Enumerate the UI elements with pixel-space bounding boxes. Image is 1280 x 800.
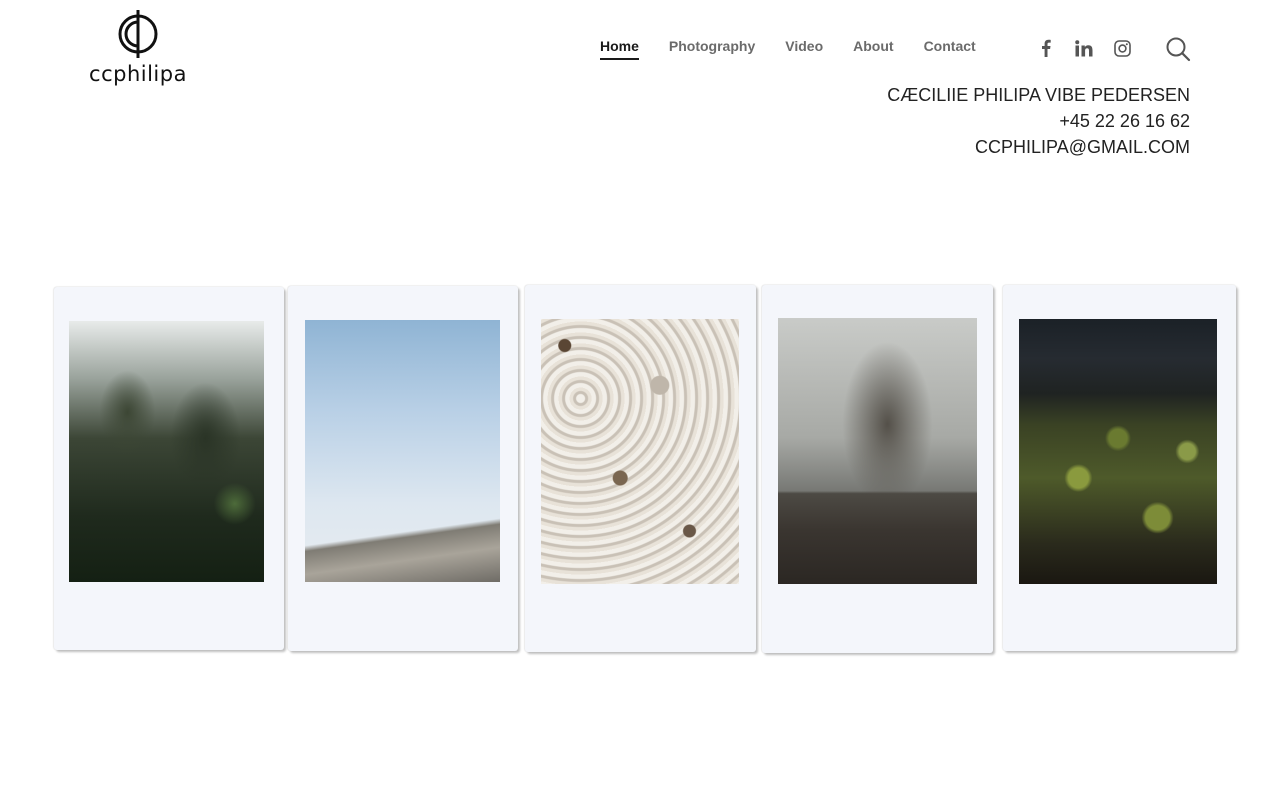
- polaroid-beach[interactable]: [288, 286, 518, 651]
- contact-email[interactable]: CCPHILIPA@GMAIL.COM: [887, 134, 1190, 160]
- polaroid-forest[interactable]: [54, 287, 284, 650]
- photo-beach: [305, 320, 500, 582]
- main-nav: Home Photography Video About Contact: [600, 38, 976, 60]
- social-links: [1036, 38, 1132, 58]
- contact-phone[interactable]: +45 22 26 16 62: [887, 108, 1190, 134]
- polaroid-tree[interactable]: [762, 285, 993, 653]
- contact-info: CÆCILIIE PHILIPA VIBE PEDERSEN +45 22 26…: [887, 82, 1190, 160]
- nav-item-photography[interactable]: Photography: [669, 38, 755, 60]
- linkedin-icon[interactable]: [1074, 38, 1094, 58]
- logo-text: ccphilipa: [89, 62, 187, 86]
- contact-name: CÆCILIIE PHILIPA VIBE PEDERSEN: [887, 85, 1190, 105]
- search-icon[interactable]: [1164, 35, 1192, 63]
- nav-item-about[interactable]: About: [853, 38, 893, 60]
- polaroid-shells[interactable]: [525, 285, 756, 652]
- nav-item-contact[interactable]: Contact: [924, 38, 976, 60]
- facebook-icon[interactable]: [1036, 38, 1056, 58]
- nav-item-home[interactable]: Home: [600, 38, 639, 60]
- logo-mark-icon: [118, 10, 158, 58]
- site-logo[interactable]: ccphilipa: [88, 8, 188, 90]
- photo-moss: [1019, 319, 1217, 584]
- nav-item-video[interactable]: Video: [785, 38, 823, 60]
- photo-shells: [541, 319, 739, 584]
- instagram-icon[interactable]: [1112, 38, 1132, 58]
- photo-tree: [778, 318, 977, 584]
- polaroid-moss[interactable]: [1003, 285, 1236, 651]
- photo-forest: [69, 321, 264, 582]
